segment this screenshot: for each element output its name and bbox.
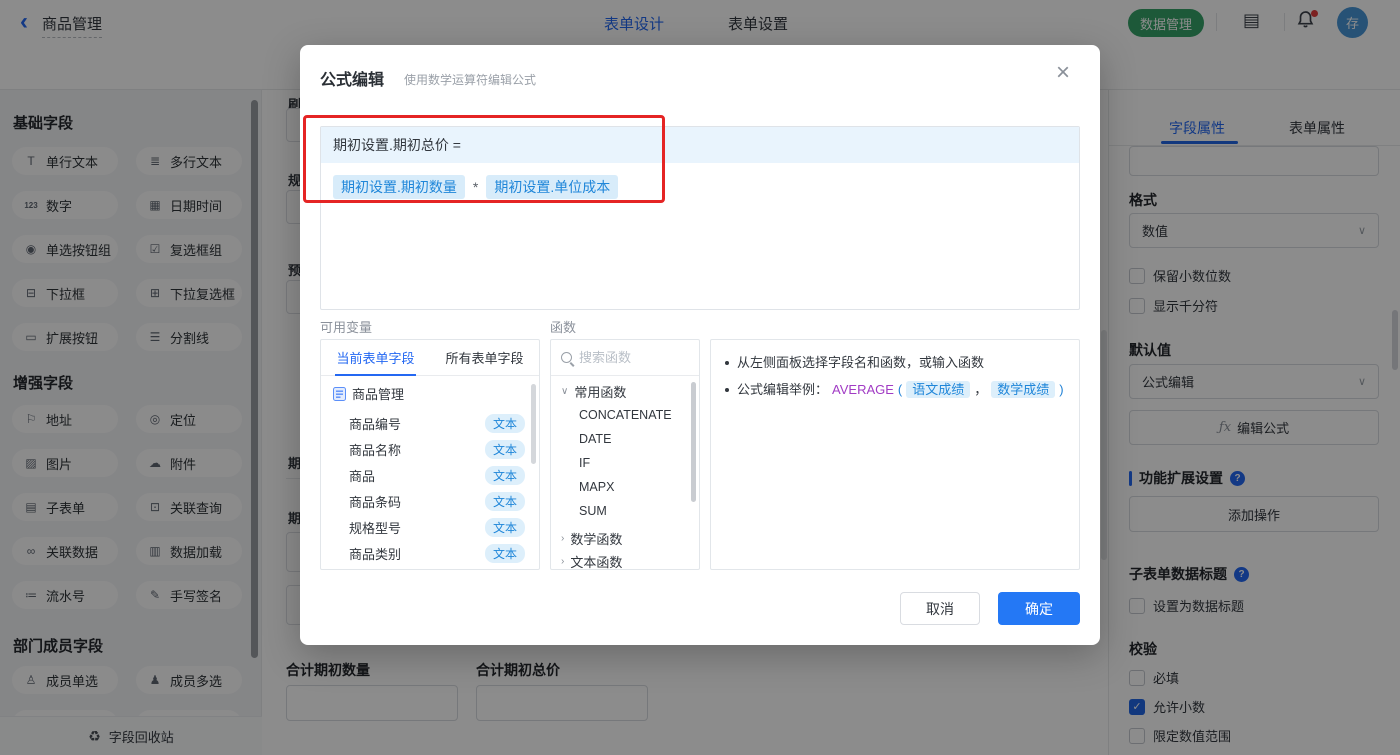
bullet-dot (725, 361, 729, 365)
group-text-functions[interactable]: › 文本函数 (561, 552, 622, 571)
variable-row[interactable]: 规格型号 文本 (349, 514, 525, 540)
variables-tabs: 当前表单字段 所有表单字段 (321, 340, 539, 376)
example-chip: 数学成绩 (991, 381, 1056, 398)
variables-panel: 当前表单字段 所有表单字段 商品管理 商品编号 文本 商品名称 文本 商品 文本 商品… (320, 339, 540, 570)
function-if[interactable]: IF (579, 456, 590, 470)
function-name-example: AVERAGE (832, 382, 894, 397)
type-badge: 文本 (484, 517, 525, 537)
variables-scrollbar[interactable] (531, 384, 536, 464)
search-icon (561, 352, 572, 363)
group-common-functions[interactable]: ∨ 常用函数 (561, 382, 626, 401)
formula-editor-area[interactable]: 期初设置.期初总价 = 期初设置.期初数量 * 期初设置.单位成本 (320, 126, 1080, 310)
type-badge: 文本 (484, 491, 525, 511)
cancel-button[interactable]: 取消 (900, 592, 980, 625)
formula-expression: 期初设置.期初数量 * 期初设置.单位成本 (333, 175, 619, 199)
help-line-1: 从左侧面板选择字段名和函数，或输入函数 (725, 354, 984, 371)
bullet-dot (725, 388, 729, 392)
function-mapx[interactable]: MAPX (579, 480, 614, 494)
function-date[interactable]: DATE (579, 432, 611, 446)
tab-current-form-fields[interactable]: 当前表单字段 (321, 340, 430, 376)
modal-title: 公式编辑 (320, 72, 385, 89)
form-doc-icon (333, 386, 346, 401)
close-icon[interactable]: × (1056, 61, 1070, 85)
function-concatenate[interactable]: CONCATENATE (579, 408, 672, 422)
help-line-2: 公式编辑举例： AVERAGE( 语文成绩 ， 数学成绩 ) (725, 381, 1064, 398)
caret-right-icon: › (561, 533, 565, 544)
caret-right-icon: › (561, 556, 565, 567)
functions-panel: ∨ 常用函数 CONCATENATE DATE IF MAPX SUM › 数学… (550, 339, 700, 570)
variable-row[interactable]: 商品名称 文本 (349, 436, 525, 462)
type-badge: 文本 (484, 413, 525, 433)
type-badge: 文本 (484, 465, 525, 485)
caret-down-icon: ∨ (561, 386, 569, 397)
variable-row[interactable]: 商品 文本 (349, 462, 525, 488)
multiply-operator: * (472, 179, 479, 195)
variables-label: 可用变量 (320, 320, 373, 335)
confirm-button[interactable]: 确定 (998, 592, 1080, 625)
tab-all-form-fields[interactable]: 所有表单字段 (430, 340, 539, 375)
tree-root-form[interactable]: 商品管理 (333, 384, 404, 403)
variable-row[interactable]: 商品条码 文本 (349, 488, 525, 514)
modal-subtitle: 使用数学运算符编辑公式 (404, 73, 537, 87)
formula-editor-modal: 公式编辑 使用数学运算符编辑公式 × 期初设置.期初总价 = 期初设置.期初数量… (300, 45, 1100, 645)
function-sum[interactable]: SUM (579, 504, 607, 518)
functions-label: 函数 (550, 320, 577, 335)
formula-chip-qty[interactable]: 期初设置.期初数量 (333, 175, 465, 199)
variable-row[interactable]: 商品类别 文本 (349, 540, 525, 566)
function-search (551, 340, 699, 376)
group-math-functions[interactable]: › 数学函数 (561, 529, 622, 548)
search-input[interactable] (579, 350, 679, 365)
formula-target: 期初设置.期初总价 = (321, 127, 1079, 163)
functions-scrollbar[interactable] (691, 382, 696, 502)
app-root: ‹ 商品管理 表单设计 表单设置 数据管理 ▤ 存 ∞ 表单外链 </> 后端脚… (0, 0, 1400, 755)
type-badge: 文本 (484, 439, 525, 459)
type-badge: 文本 (484, 543, 525, 563)
formula-chip-cost[interactable]: 期初设置.单位成本 (486, 175, 619, 199)
help-panel: 从左侧面板选择字段名和函数，或输入函数 公式编辑举例： AVERAGE( 语文成绩… (710, 339, 1080, 570)
example-chip: 语文成绩 (906, 381, 971, 398)
variable-row[interactable]: 商品编号 文本 (349, 410, 525, 436)
